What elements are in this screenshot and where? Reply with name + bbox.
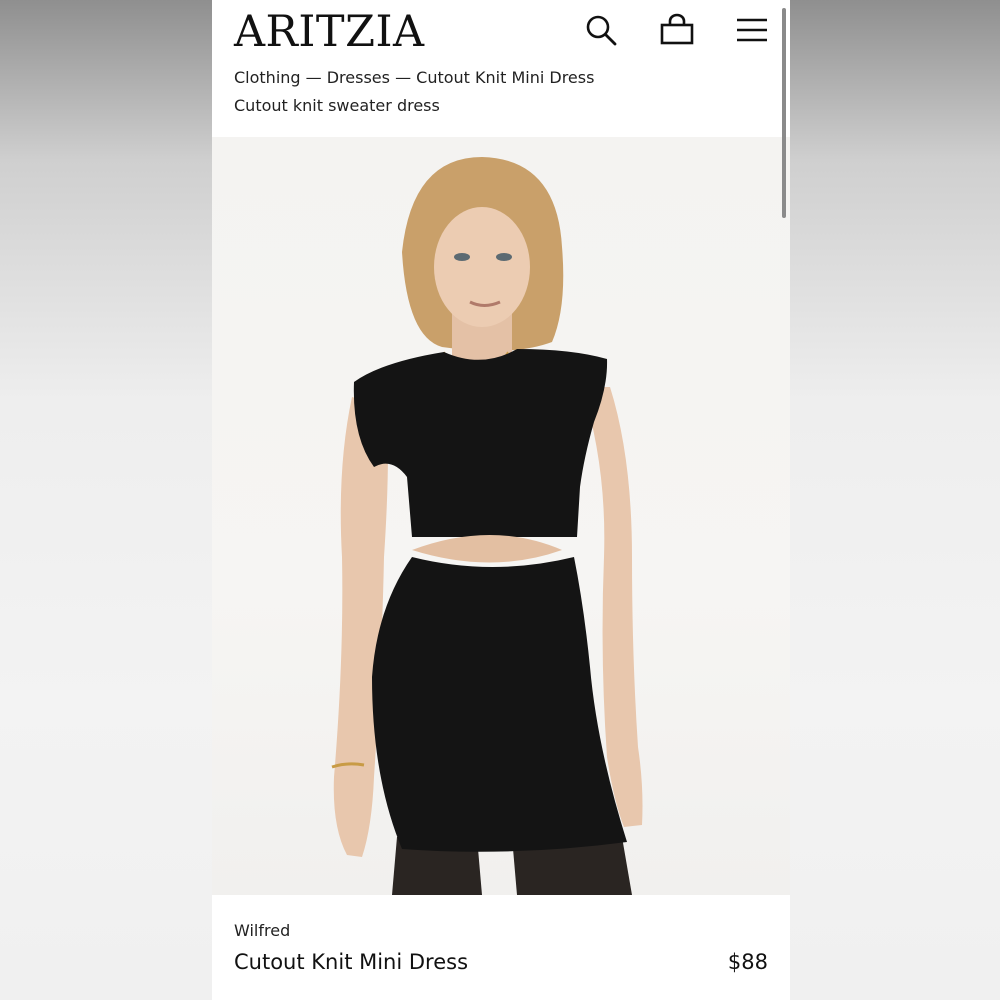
menu-icon[interactable]: [734, 12, 770, 48]
background-left: [0, 0, 212, 1000]
breadcrumb[interactable]: Clothing — Dresses — Cutout Knit Mini Dr…: [234, 68, 594, 87]
brand-logo[interactable]: ARITZIA: [234, 8, 425, 56]
product-image[interactable]: [212, 137, 790, 895]
background-right: [790, 0, 1000, 1000]
phone-screen: ARITZIA Clothing — Dresses — Cutout Knit…: [212, 0, 790, 1000]
product-price: $88: [727, 950, 768, 974]
product-name[interactable]: Cutout Knit Mini Dress: [234, 950, 468, 974]
search-icon[interactable]: [583, 12, 619, 48]
product-info: Wilfred Cutout Knit Mini Dress $88: [212, 895, 790, 1000]
product-subtitle: Cutout knit sweater dress: [234, 96, 440, 115]
product-brand[interactable]: Wilfred: [234, 921, 290, 940]
shopping-bag-icon[interactable]: [659, 12, 695, 48]
scrollbar[interactable]: [782, 8, 786, 218]
